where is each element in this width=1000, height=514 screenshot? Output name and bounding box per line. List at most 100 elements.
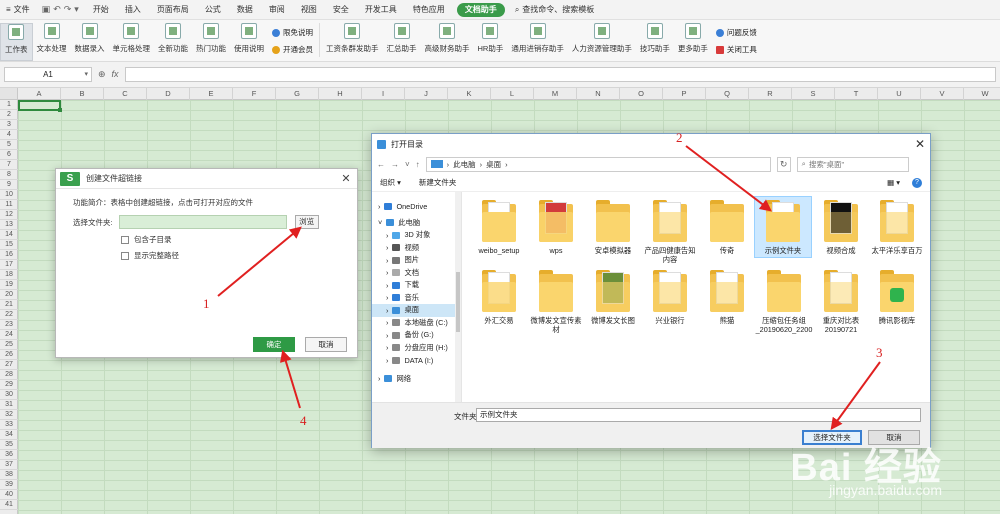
column-header[interactable]: P (663, 88, 706, 100)
row-header[interactable]: 25 (0, 340, 18, 350)
folder-item[interactable]: 安卓模拟器 (584, 200, 642, 255)
row-header[interactable]: 40 (0, 490, 18, 500)
tab-security[interactable]: 安全 (325, 0, 357, 20)
column-header[interactable]: C (104, 88, 147, 100)
nav-drive-c[interactable]: › 本地磁盘 (C:) (372, 317, 461, 330)
row-header[interactable]: 12 (0, 210, 18, 220)
save-icon[interactable]: ▣ (42, 4, 51, 15)
more-icon[interactable]: ▾ (74, 4, 79, 15)
column-header[interactable]: R (749, 88, 792, 100)
organize-button[interactable]: 组织 ▾ (380, 177, 401, 188)
row-header[interactable]: 18 (0, 270, 18, 280)
folder-item[interactable]: 产品四健康告知内容 (641, 200, 699, 265)
row-header[interactable]: 2 (0, 110, 18, 120)
column-header[interactable]: O (620, 88, 663, 100)
nav-downloads[interactable]: › 下载 (372, 279, 461, 292)
cancel-button[interactable]: 取消 (305, 337, 347, 352)
column-header[interactable]: M (534, 88, 577, 100)
forward-arrow-icon[interactable]: → (391, 160, 399, 169)
finance-helper-button[interactable]: 高级财务助手 (421, 23, 474, 61)
column-header[interactable]: L (491, 88, 534, 100)
breadcrumb-desktop[interactable]: 桌面 (486, 159, 501, 170)
folder-item[interactable]: 视频合成 (812, 200, 870, 255)
row-header[interactable]: 5 (0, 140, 18, 150)
folder-item[interactable]: 微博发文宣传素材 (527, 270, 585, 335)
select-all-corner[interactable] (0, 88, 18, 100)
undo-icon[interactable]: ↶ (53, 4, 61, 15)
folder-item[interactable]: weibo_setup (470, 200, 528, 255)
fx-icon[interactable]: fx (112, 69, 119, 80)
folder-search-box[interactable]: ⌕ 搜索"桌面" (796, 156, 909, 172)
tab-home[interactable]: 开始 (85, 0, 117, 20)
row-header[interactable]: 24 (0, 330, 18, 340)
column-header[interactable]: U (878, 88, 921, 100)
column-header[interactable]: E (190, 88, 233, 100)
text-processing-button[interactable]: 文本处理 (33, 23, 71, 61)
worksheet-button[interactable]: 工作表 (0, 23, 33, 61)
nav-this-pc[interactable]: ˅ 此电脑 (372, 217, 461, 230)
folder-name-input[interactable]: 示例文件夹 (476, 408, 921, 422)
nav-3d-objects[interactable]: › 3D 对象 (372, 229, 461, 242)
folder-item[interactable]: 传奇 (698, 200, 756, 255)
column-header[interactable]: W (964, 88, 1000, 100)
summary-helper-button[interactable]: 汇总助手 (383, 23, 421, 61)
ok-button[interactable]: 确定 (253, 337, 295, 352)
column-header[interactable]: T (835, 88, 878, 100)
column-header[interactable]: Q (706, 88, 749, 100)
row-header[interactable]: 9 (0, 180, 18, 190)
tab-features[interactable]: 特色应用 (405, 0, 453, 20)
folder-item[interactable]: wps (527, 200, 585, 255)
row-header[interactable]: 7 (0, 160, 18, 170)
cell-processing-button[interactable]: 单元格处理 (109, 23, 155, 61)
row-header[interactable]: 21 (0, 300, 18, 310)
row-header[interactable]: 28 (0, 370, 18, 380)
row-header[interactable]: 19 (0, 280, 18, 290)
nav-documents[interactable]: › 文档 (372, 267, 461, 280)
column-header[interactable]: V (921, 88, 964, 100)
row-header[interactable]: 17 (0, 260, 18, 270)
column-header[interactable]: G (276, 88, 319, 100)
row-header[interactable]: 6 (0, 150, 18, 160)
nav-drive-i[interactable]: › DATA (I:) (372, 354, 461, 367)
nav-network[interactable]: › 网络 (372, 373, 461, 386)
row-header[interactable]: 41 (0, 500, 18, 510)
payslip-helper-button[interactable]: 工资条群发助手 (322, 23, 383, 61)
column-header[interactable]: B (61, 88, 104, 100)
row-header[interactable]: 31 (0, 400, 18, 410)
row-header[interactable]: 11 (0, 200, 18, 210)
folder-item[interactable]: 重庆对比表20190721 (812, 270, 870, 335)
folder-item[interactable]: 兴业银行 (641, 270, 699, 325)
row-header[interactable]: 29 (0, 380, 18, 390)
row-header[interactable]: 14 (0, 230, 18, 240)
row-header[interactable]: 39 (0, 480, 18, 490)
nav-onedrive[interactable]: › OneDrive (372, 200, 461, 213)
row-header[interactable]: 30 (0, 390, 18, 400)
nav-desktop[interactable]: › 桌面 (372, 304, 461, 317)
command-search[interactable]: ⌕ 查找命令、搜索模板 (509, 4, 600, 15)
free-info-button[interactable]: 限免说明 (272, 27, 313, 38)
column-header[interactable]: I (362, 88, 405, 100)
inventory-helper-button[interactable]: 通用进销存助手 (507, 23, 568, 61)
nav-scrollbar[interactable] (455, 192, 461, 402)
name-box[interactable]: A1 ▾ (4, 67, 92, 82)
hr-management-helper-button[interactable]: 人力资源管理助手 (568, 23, 636, 61)
feedback-button[interactable]: 问题反馈 (715, 27, 757, 38)
row-header[interactable]: 38 (0, 470, 18, 480)
open-membership-button[interactable]: 开通会员 (272, 44, 313, 55)
data-entry-button[interactable]: 数据录入 (71, 23, 109, 61)
row-header[interactable]: 27 (0, 360, 18, 370)
new-folder-button[interactable]: 新建文件夹 (419, 177, 457, 188)
view-options-icon[interactable]: ▦ ▾ (887, 178, 900, 187)
include-subdirs-option[interactable]: 包含子目录 (121, 234, 357, 245)
row-header[interactable]: 26 (0, 350, 18, 360)
zoom-icon[interactable]: ⊕ (98, 69, 106, 80)
tab-view[interactable]: 视图 (293, 0, 325, 20)
help-icon[interactable]: ? (912, 177, 922, 188)
browse-button[interactable]: 浏览 (294, 215, 319, 229)
column-header[interactable]: K (448, 88, 491, 100)
row-header[interactable]: 37 (0, 460, 18, 470)
column-header[interactable]: N (577, 88, 620, 100)
folder-item[interactable]: 压缩包任务组_20190620_2200 (755, 270, 813, 335)
chevron-down-icon[interactable]: ˅ (405, 160, 410, 169)
row-header[interactable]: 10 (0, 190, 18, 200)
